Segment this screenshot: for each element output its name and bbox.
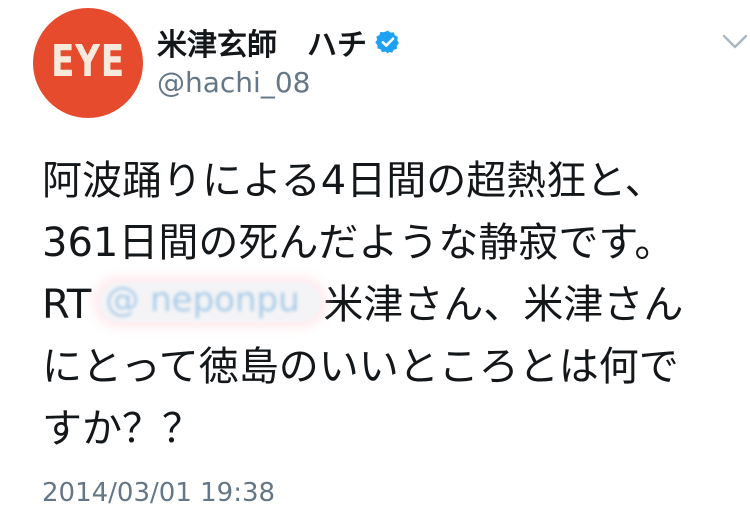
tweet-text-line-5: すか？？ (42, 406, 202, 452)
tweet-text-line-2: 361日間の死んだような静寂です。 (42, 220, 675, 266)
avatar[interactable]: EYE (33, 8, 143, 118)
verified-badge-icon (375, 30, 399, 54)
author-name-row[interactable]: 米津玄師 ハチ (157, 20, 401, 64)
tweet-timestamp[interactable]: 2014/03/01 19:38 (42, 478, 275, 508)
tweet-text-line-4: にとって徳島のいいところとは何で (42, 344, 679, 390)
author-handle[interactable]: @hachi_08 (157, 66, 310, 99)
tweet-text-line-3: RT @ neponpu 米津さん、米津さん (42, 274, 742, 336)
avatar-logo-text: EYE (50, 36, 126, 87)
author-display-name[interactable]: 米津玄師 ハチ (157, 20, 367, 64)
tweet-text-line-3-rest: 米津さん、米津さん (323, 282, 684, 328)
tweet-card: EYE 米津玄師 ハチ @hachi_08 阿波踊りによる4日間の超熱狂と、 3… (0, 0, 750, 513)
mention-link[interactable]: @ neponpu (99, 280, 322, 324)
tweet-header: EYE 米津玄師 ハチ @hachi_08 (33, 8, 750, 120)
chevron-down-icon[interactable] (721, 32, 749, 52)
tweet-text: 阿波踊りによる4日間の超熱狂と、 361日間の死んだような静寂です。 RT @ n… (42, 150, 742, 460)
tweet-text-line-1: 阿波踊りによる4日間の超熱狂と、 (42, 158, 665, 204)
rt-prefix: RT (42, 282, 92, 328)
mention-text: @ neponpu (105, 280, 300, 320)
